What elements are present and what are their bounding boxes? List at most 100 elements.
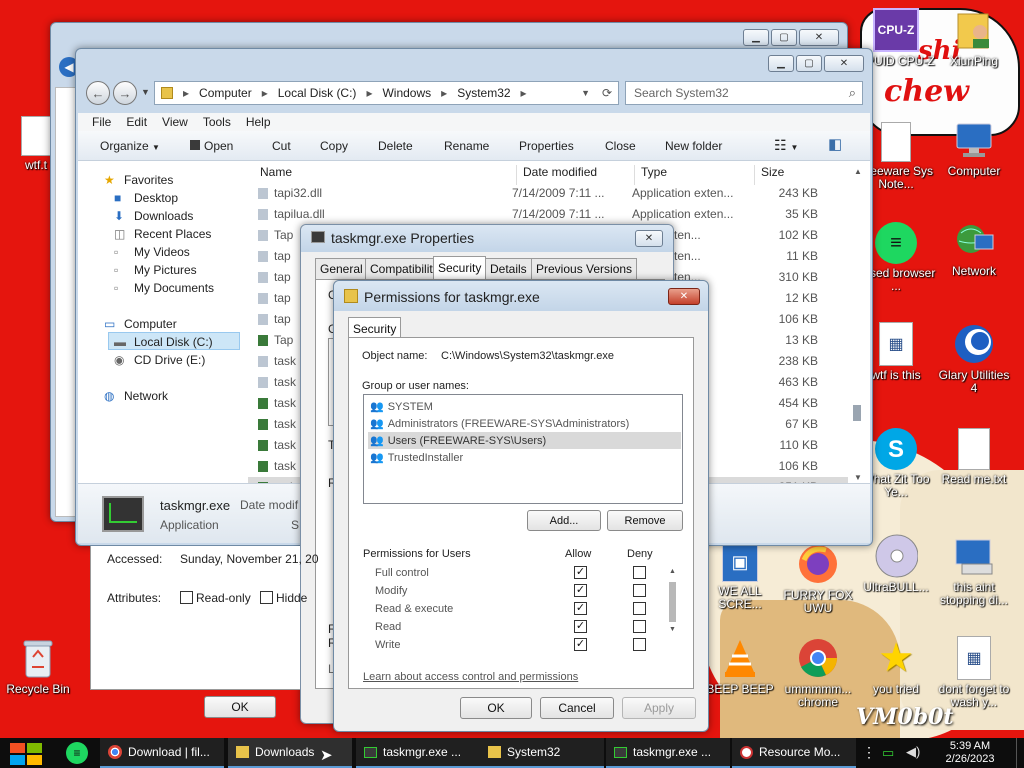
delete-button[interactable]: Delete: [378, 139, 413, 153]
allow-checkbox[interactable]: ✓: [574, 584, 587, 597]
desktop-icon-xiunping[interactable]: XiunPing: [934, 8, 1014, 68]
desktop-icon-glary[interactable]: Glary Utilities 4: [934, 322, 1014, 395]
nav-my-pictures[interactable]: My Pictures: [134, 263, 197, 277]
taskbar-item-resource-monitor[interactable]: Resource Mo...: [732, 738, 856, 768]
group-item-trustedinstaller[interactable]: 👥 TrustedInstaller: [370, 449, 463, 466]
deny-checkbox[interactable]: [633, 602, 646, 615]
search-icon[interactable]: ⌕: [849, 85, 856, 101]
desktop-icon-chrome[interactable]: ummmmm... chrome: [778, 636, 858, 709]
rename-button[interactable]: Rename: [444, 139, 489, 153]
open-button[interactable]: Open: [190, 139, 233, 153]
tab-compatibility[interactable]: Compatibility: [365, 258, 444, 279]
file-row[interactable]: tapi32.dll 7/14/2009 7:11 ... Application …: [248, 183, 848, 204]
readonly-checkbox[interactable]: [180, 591, 193, 607]
menu-file[interactable]: File: [92, 115, 111, 129]
tab-security[interactable]: Security: [348, 317, 402, 339]
nav-my-videos[interactable]: My Videos: [134, 245, 190, 259]
taskbar-item-chrome[interactable]: Download | fil...: [100, 738, 224, 768]
breadcrumb-local-disk[interactable]: Local Disk (C:): [278, 86, 357, 100]
desktop-icon-you-tried[interactable]: ★ you tried: [856, 636, 936, 696]
tab-general[interactable]: General: [315, 258, 368, 279]
nav-computer[interactable]: Computer: [124, 317, 177, 331]
desktop-icon-dont-forget[interactable]: ▦ dont forget to wash y...: [934, 636, 1014, 709]
scrollbar-thumb[interactable]: [669, 582, 676, 622]
permissions-ok-button[interactable]: OK: [460, 697, 532, 719]
column-name[interactable]: Name: [260, 165, 292, 179]
start-button[interactable]: [10, 743, 42, 765]
copy-button[interactable]: Copy: [320, 139, 348, 153]
group-item-administrators[interactable]: 👥 Administrators (FREEWARE-SYS\Administra…: [370, 415, 629, 432]
permissions-dialog[interactable]: Permissions for taskmgr.exe ✕ Security O…: [333, 280, 709, 732]
recent-pages-chevron-icon[interactable]: ▼: [141, 87, 150, 97]
menu-help[interactable]: Help: [246, 115, 271, 129]
desktop-icon-firefox[interactable]: FURRY FOX UWU: [778, 542, 858, 615]
properties-button[interactable]: Properties: [519, 139, 574, 153]
breadcrumb-windows[interactable]: Windows: [382, 86, 431, 100]
address-dropdown-icon[interactable]: ▼: [581, 88, 590, 98]
desktop-icon-readme[interactable]: Read me.txt: [934, 428, 1014, 486]
column-date[interactable]: Date modified: [516, 165, 597, 185]
menu-edit[interactable]: Edit: [126, 115, 147, 129]
taskbar-item-taskmgr-2[interactable]: taskmgr.exe ...: [606, 738, 730, 768]
spotify-icon[interactable]: ≡: [66, 742, 88, 764]
nav-network[interactable]: Network: [124, 389, 168, 403]
deny-checkbox[interactable]: [633, 566, 646, 579]
scroll-down-icon[interactable]: ▼: [854, 473, 862, 482]
new-folder-button[interactable]: New folder: [665, 139, 722, 153]
refresh-icon[interactable]: ⟳: [602, 86, 612, 100]
group-item-users[interactable]: 👥 Users (FREEWARE-SYS\Users): [368, 432, 681, 449]
properties-ok-button[interactable]: OK: [204, 696, 276, 718]
organize-button[interactable]: Organize ▼: [100, 139, 160, 153]
tab-previous-versions[interactable]: Previous Versions: [531, 258, 638, 279]
remove-button[interactable]: Remove: [607, 510, 683, 531]
volume-icon[interactable]: ◀): [906, 744, 920, 760]
breadcrumb-computer[interactable]: Computer: [199, 86, 252, 100]
desktop-icon-recycle-bin[interactable]: Recycle Bin: [0, 636, 78, 696]
add-button[interactable]: Add...: [527, 510, 601, 531]
address-bar[interactable]: ▸ Computer ▸ Local Disk (C:) ▸ Windows ▸…: [154, 81, 619, 105]
nav-local-disk[interactable]: Local Disk (C:): [134, 335, 213, 349]
access-control-link[interactable]: Learn about access control and permissio…: [363, 671, 578, 683]
desktop-icon-we-all-scre[interactable]: ▣ WE ALL SCRE...: [700, 542, 780, 611]
desktop-icon-computer[interactable]: Computer: [934, 118, 1014, 178]
column-size[interactable]: Size: [754, 165, 784, 185]
desktop-icon-this-aint[interactable]: this aint stopping di...: [934, 534, 1014, 607]
group-item-system[interactable]: 👥 SYSTEM: [370, 398, 433, 415]
forward-button[interactable]: →: [113, 81, 137, 105]
more-options-icon[interactable]: ⋮: [862, 744, 876, 761]
menu-tools[interactable]: Tools: [203, 115, 231, 129]
nav-cd-drive[interactable]: CD Drive (E:): [134, 353, 205, 367]
deny-checkbox[interactable]: [633, 638, 646, 651]
close-button[interactable]: ✕: [824, 55, 864, 72]
hidden-checkbox[interactable]: [260, 591, 273, 607]
clock-date[interactable]: 2/26/2023: [940, 753, 1000, 765]
nav-my-documents[interactable]: My Documents: [134, 281, 214, 295]
permissions-scrollbar[interactable]: ▲ ▼: [669, 568, 677, 633]
minimize-button[interactable]: ▁: [743, 29, 769, 46]
clock-time[interactable]: 5:39 AM: [944, 740, 996, 752]
scroll-down-icon[interactable]: ▼: [669, 626, 676, 633]
cut-button[interactable]: Cut: [272, 139, 291, 153]
taskbar-item-downloads[interactable]: Downloads ➤: [228, 738, 352, 768]
scroll-up-icon[interactable]: ▲: [669, 568, 676, 575]
allow-checkbox[interactable]: ✓: [574, 566, 587, 579]
menu-view[interactable]: View: [162, 115, 188, 129]
desktop-icon-vlc[interactable]: BEEP BEEP: [700, 636, 780, 696]
close-file-button[interactable]: Close: [605, 139, 636, 153]
permissions-apply-button[interactable]: Apply: [622, 697, 696, 719]
nav-downloads[interactable]: Downloads: [134, 209, 193, 223]
permissions-cancel-button[interactable]: Cancel: [540, 697, 614, 719]
allow-checkbox[interactable]: ✓: [574, 602, 587, 615]
close-button[interactable]: ✕: [668, 288, 700, 305]
taskbar-item-system32[interactable]: System32: [480, 738, 604, 768]
maximize-button[interactable]: ▢: [796, 55, 822, 72]
scrollbar-thumb[interactable]: [853, 405, 861, 421]
search-input[interactable]: Search System32 ⌕: [625, 81, 863, 105]
nav-recent-places[interactable]: Recent Places: [134, 227, 211, 241]
network-tray-icon[interactable]: ▭: [882, 745, 894, 761]
file-row[interactable]: tapilua.dll 7/14/2009 7:11 ... Application…: [248, 204, 848, 225]
deny-checkbox[interactable]: [633, 584, 646, 597]
desktop-icon-network[interactable]: Network: [934, 218, 1014, 278]
view-options-icon[interactable]: ☷ ▼: [774, 137, 798, 154]
column-type[interactable]: Type: [634, 165, 667, 185]
